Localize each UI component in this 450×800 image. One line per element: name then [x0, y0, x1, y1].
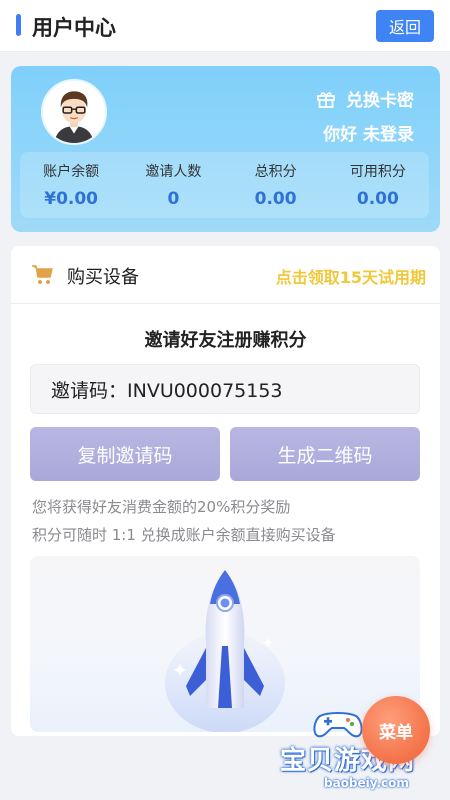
- promo-banner: [30, 556, 420, 732]
- stat-balance: 账户余额 ¥0.00: [20, 152, 122, 218]
- stat-label: 邀请人数: [145, 164, 202, 180]
- login-status[interactable]: 你好 未登录: [323, 120, 414, 145]
- stat-label: 账户余额: [43, 164, 100, 180]
- copy-invite-code-button[interactable]: 复制邀请码: [30, 427, 220, 481]
- purchase-card-header: 购买设备 点击领取15天试用期: [11, 246, 440, 304]
- stat-value: 0: [167, 189, 180, 209]
- stat-label: 可用积分: [349, 164, 406, 180]
- stat-value: 0.00: [356, 189, 399, 209]
- purchase-title: 购买设备: [67, 267, 139, 288]
- page-title: 用户中心: [32, 16, 116, 40]
- purchase-card: 购买设备 点击领取15天试用期 邀请好友注册赚积分 邀请码：INVU000075…: [11, 246, 440, 736]
- watermark-url: baobeiy.com: [324, 776, 409, 790]
- title-accent-bar: [16, 14, 21, 36]
- stat-invites: 邀请人数 0: [122, 152, 224, 218]
- menu-floating-button[interactable]: 菜单: [362, 696, 430, 764]
- stat-label: 总积分: [254, 164, 297, 180]
- generate-qr-button[interactable]: 生成二维码: [230, 427, 420, 481]
- exchange-note: 积分可随时 1:1 兑换成账户余额直接购买设备: [32, 526, 336, 544]
- gamepad-icon: [313, 712, 363, 738]
- top-bar: 用户中心 返回: [0, 0, 450, 52]
- stat-value: ¥0.00: [44, 189, 99, 209]
- gift-icon: [317, 91, 335, 108]
- account-stats: 账户余额 ¥0.00 邀请人数 0 总积分 0.00 可用积分 0.00: [20, 152, 429, 218]
- invite-heading: 邀请好友注册赚积分: [144, 330, 307, 351]
- stat-available-points: 可用积分 0.00: [327, 152, 429, 218]
- free-trial-link[interactable]: 点击领取15天试用期: [276, 264, 426, 288]
- cart-icon: [32, 265, 53, 284]
- redeem-card-link[interactable]: 兑换卡密: [316, 86, 414, 111]
- back-button[interactable]: 返回: [376, 10, 434, 42]
- stat-value: 0.00: [254, 189, 297, 209]
- invite-code-field[interactable]: 邀请码：INVU000075153: [30, 364, 420, 414]
- redeem-card-label: 兑换卡密: [346, 91, 414, 111]
- profile-card: 兑换卡密 你好 未登录 账户余额 ¥0.00 邀请人数 0 总积分 0.00 可…: [11, 66, 440, 232]
- reward-note: 您将获得好友消费金额的20%积分奖励: [32, 498, 291, 516]
- stat-total-points: 总积分 0.00: [225, 152, 327, 218]
- avatar[interactable]: [41, 79, 107, 145]
- avatar-illustration: [43, 81, 105, 143]
